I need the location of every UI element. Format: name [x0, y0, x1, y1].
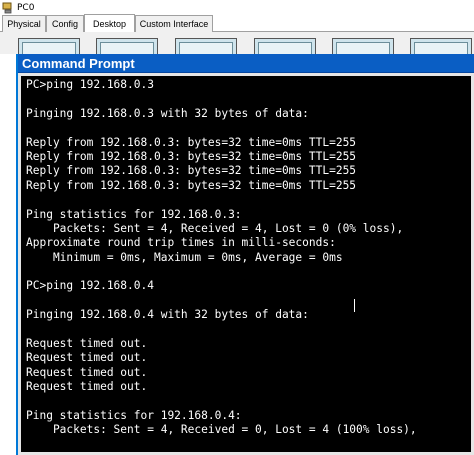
- tab-label: Custom Interface: [139, 19, 209, 29]
- desktop-app-icon[interactable]: [175, 38, 237, 54]
- desktop-area: [0, 32, 474, 54]
- command-prompt-window: Command Prompt PC>ping 192.168.0.3 Pingin…: [16, 54, 474, 455]
- console-line: Pinging 192.168.0.4 with 32 bytes of dat…: [26, 308, 309, 322]
- console-line: Ping statistics for 192.168.0.3:: [26, 207, 242, 221]
- console-line: Request timed out.: [26, 337, 148, 351]
- console-line: Request timed out.: [26, 380, 148, 394]
- tab-label: Physical: [7, 19, 41, 29]
- tab-custom-interface[interactable]: Custom Interface: [135, 15, 213, 32]
- console-line: Packets: Sent = 4, Received = 4, Lost = …: [26, 221, 404, 235]
- text-cursor: [354, 299, 355, 312]
- console-line: Approximate round trip times in milli-se…: [26, 236, 336, 250]
- console-line: Reply from 192.168.0.3: bytes=32 time=0m…: [26, 149, 357, 163]
- window-titlebar: PC0: [0, 0, 474, 15]
- desktop-app-icon[interactable]: [18, 38, 80, 54]
- console-output[interactable]: PC>ping 192.168.0.3 Pinging 192.168.0.3 w…: [18, 73, 474, 455]
- tab-desktop[interactable]: Desktop: [84, 14, 135, 33]
- desktop-app-icon[interactable]: [332, 38, 394, 54]
- console-line: Request timed out.: [26, 351, 148, 365]
- tab-label: Config: [51, 19, 78, 29]
- console-line: Reply from 192.168.0.3: bytes=32 time=0m…: [26, 135, 357, 149]
- console-line: Ping statistics for 192.168.0.4:: [26, 408, 242, 422]
- tab-label: Desktop: [92, 19, 127, 29]
- tab-physical[interactable]: Physical: [2, 15, 46, 32]
- console-line: Packets: Sent = 4, Received = 0, Lost = …: [26, 423, 417, 437]
- command-prompt-title: Command Prompt: [22, 55, 135, 71]
- console-line: PC>ping 192.168.0.3: [26, 78, 154, 91]
- console-line: Reply from 192.168.0.3: bytes=32 time=0m…: [26, 178, 357, 192]
- tab-config[interactable]: Config: [46, 15, 84, 32]
- console-line: Request timed out.: [26, 365, 148, 379]
- window-title: PC0: [17, 2, 35, 13]
- command-prompt-titlebar: Command Prompt: [18, 54, 474, 73]
- console-line: Reply from 192.168.0.3: bytes=32 time=0m…: [26, 164, 357, 178]
- pc-icon: [2, 2, 12, 13]
- desktop-app-icon[interactable]: [410, 38, 472, 54]
- device-tab-bar: Physical Config Desktop Custom Interface: [0, 14, 474, 33]
- console-line: PC>ping 192.168.0.4: [26, 279, 154, 293]
- console-line: Minimum = 0ms, Maximum = 0ms, Average = …: [26, 250, 343, 264]
- desktop-app-icon[interactable]: [254, 38, 316, 54]
- desktop-app-icon[interactable]: [96, 38, 158, 54]
- console-line: Pinging 192.168.0.3 with 32 bytes of dat…: [26, 106, 309, 120]
